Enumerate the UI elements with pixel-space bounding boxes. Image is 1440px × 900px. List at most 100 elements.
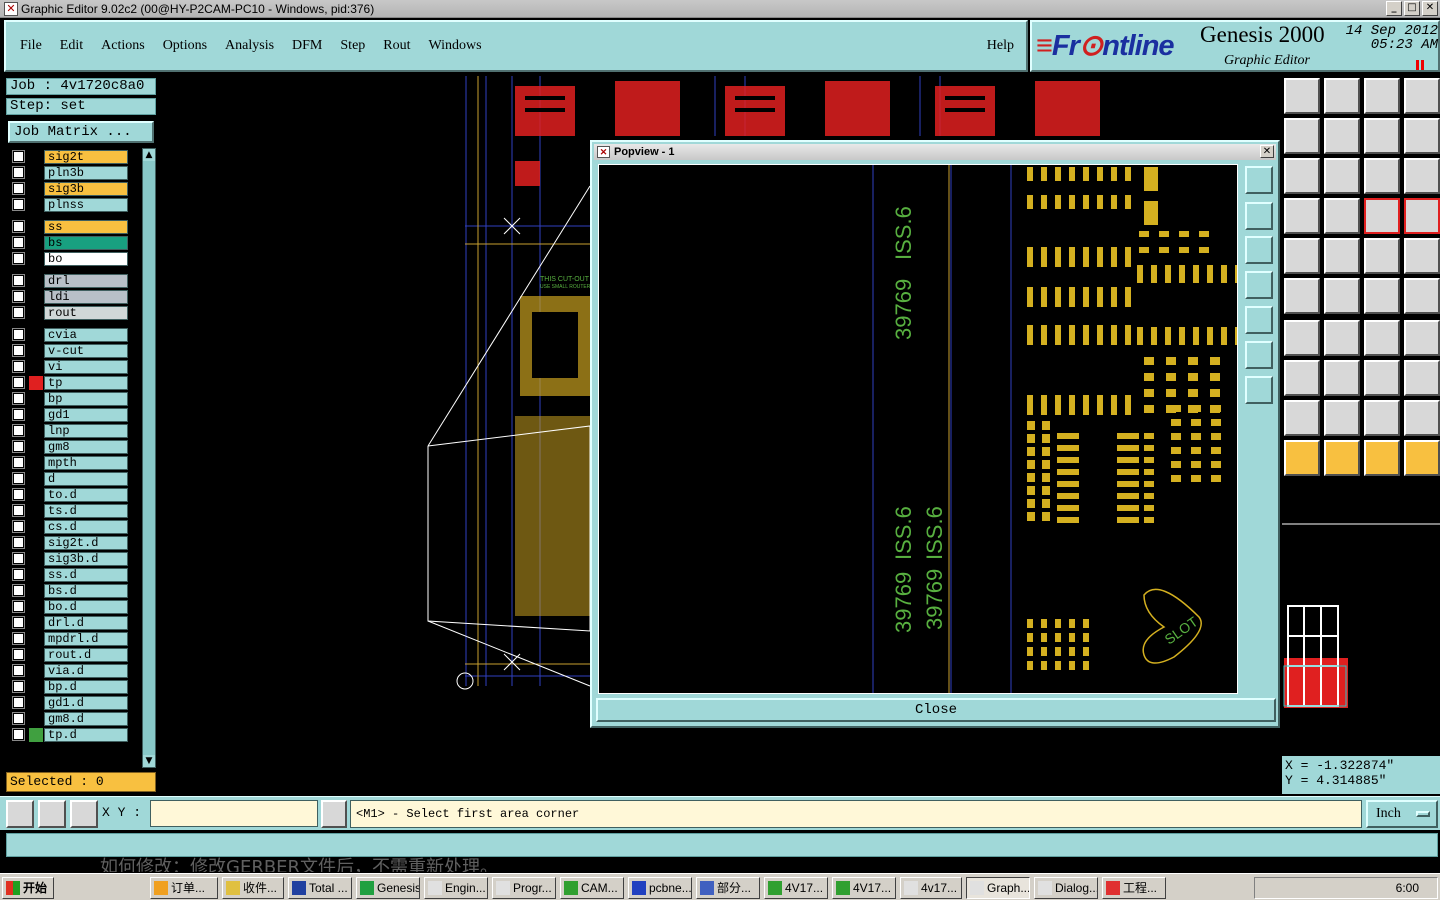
layer-row[interactable]: bo.d [6, 600, 130, 614]
scroll-down-icon[interactable]: ▼ [143, 755, 155, 767]
layer-row[interactable]: bo [6, 252, 130, 266]
layer-row[interactable]: v-cut [6, 344, 130, 358]
taskbar-item[interactable]: Graph... [966, 877, 1030, 899]
layer-checkbox[interactable] [13, 553, 24, 564]
layer-name[interactable]: ss [44, 220, 128, 234]
layer-checkbox[interactable] [13, 167, 24, 178]
taskbar-item[interactable]: 工程... [1102, 877, 1166, 899]
start-button[interactable]: 开始 [2, 877, 54, 899]
menu-rout[interactable]: Rout [383, 38, 410, 54]
menu-options[interactable]: Options [163, 38, 207, 54]
layer-checkbox[interactable] [13, 729, 24, 740]
layer-name[interactable]: via.d [44, 664, 128, 678]
layer-row[interactable]: rout [6, 306, 130, 320]
layer-name[interactable]: gm8 [44, 440, 128, 454]
taskbar-item[interactable]: Genesis [356, 877, 420, 899]
layer-row[interactable]: sig3b.d [6, 552, 130, 566]
layer-color-swatch[interactable] [29, 150, 43, 164]
layer-checkbox[interactable] [13, 537, 24, 548]
layer-name[interactable]: bp [44, 392, 128, 406]
maximize-button[interactable]: □ [1404, 1, 1420, 16]
layer-name[interactable]: ss.d [44, 568, 128, 582]
layer-row[interactable]: ss [6, 220, 130, 234]
layer-name[interactable]: gd1 [44, 408, 128, 422]
layer-row[interactable]: drl.d [6, 616, 130, 630]
taskbar-item[interactable]: 部分... [696, 877, 760, 899]
layer-color-swatch[interactable] [29, 584, 43, 598]
layer-color-swatch[interactable] [29, 680, 43, 694]
layer-row[interactable]: ss.d [6, 568, 130, 582]
layer-color-swatch[interactable] [29, 600, 43, 614]
layer-color-swatch[interactable] [29, 306, 43, 320]
layer-color-swatch[interactable] [29, 712, 43, 726]
pointer-alt-icon[interactable] [1364, 440, 1400, 476]
pan-left-icon[interactable] [1284, 118, 1320, 154]
layer-checkbox[interactable] [13, 307, 24, 318]
grid-icon[interactable] [1324, 198, 1360, 234]
layer-checkbox[interactable] [13, 409, 24, 420]
layer-name[interactable]: sig2t.d [44, 536, 128, 550]
layer-checkbox[interactable] [13, 617, 24, 628]
layer-name[interactable]: plnss [44, 198, 128, 212]
layer-checkbox[interactable] [13, 569, 24, 580]
taskbar-item[interactable]: Engin... [424, 877, 488, 899]
layer-name[interactable]: gd1.d [44, 696, 128, 710]
layer-color-swatch[interactable] [29, 552, 43, 566]
menu-step[interactable]: Step [340, 38, 365, 54]
layer-row[interactable]: gm8.d [6, 712, 130, 726]
snap-icon[interactable] [1364, 198, 1400, 234]
popview-zoom-fit-icon[interactable] [1245, 341, 1273, 369]
menu-help[interactable]: Help [987, 38, 1014, 54]
layer-row[interactable]: bp [6, 392, 130, 406]
layer-checkbox[interactable] [13, 275, 24, 286]
layer-color-swatch[interactable] [29, 376, 43, 390]
layer-row[interactable]: d [6, 472, 130, 486]
layer-name[interactable]: cs.d [44, 520, 128, 534]
layer-row[interactable]: sig2t [6, 150, 130, 164]
unit-selector[interactable]: Inch [1366, 800, 1438, 828]
layer-scrollbar[interactable]: ▲ ▼ [142, 148, 156, 768]
layer-name[interactable]: mpdrl.d [44, 632, 128, 646]
zoom-out-icon[interactable] [1324, 78, 1360, 114]
layer-checkbox[interactable] [13, 697, 24, 708]
job-matrix-button[interactable]: Job Matrix ... [8, 121, 154, 143]
layer-color-swatch[interactable] [29, 408, 43, 422]
popview-pan-down-icon[interactable] [1245, 236, 1273, 264]
taskbar-item[interactable]: Dialog... [1034, 877, 1098, 899]
layer-checkbox[interactable] [13, 665, 24, 676]
layer-color-swatch[interactable] [29, 290, 43, 304]
layer-name[interactable]: bo.d [44, 600, 128, 614]
layer-checkbox[interactable] [13, 585, 24, 596]
layer-name[interactable]: ldi [44, 290, 128, 304]
pad-icon[interactable] [1284, 238, 1320, 274]
layer-row[interactable]: to.d [6, 488, 130, 502]
polygon2-icon[interactable] [1364, 400, 1400, 436]
next-icon[interactable] [1404, 118, 1440, 154]
layer-checkbox[interactable] [13, 345, 24, 356]
scroll-up-icon[interactable]: ▲ [143, 149, 155, 161]
layer-color-swatch[interactable] [29, 536, 43, 550]
layer-color-swatch[interactable] [29, 424, 43, 438]
layer-color-swatch[interactable] [29, 392, 43, 406]
layer-checkbox[interactable] [13, 713, 24, 724]
layer-color-swatch[interactable] [29, 488, 43, 502]
cross-icon[interactable] [1324, 278, 1360, 314]
layer-name[interactable]: bs.d [44, 584, 128, 598]
layer-row[interactable]: cs.d [6, 520, 130, 534]
layer-checkbox[interactable] [13, 237, 24, 248]
taskbar-item[interactable]: Total ... [288, 877, 352, 899]
zoom-center-icon[interactable] [1324, 158, 1360, 194]
overview-map[interactable] [1282, 516, 1440, 756]
layer-name[interactable]: gm8.d [44, 712, 128, 726]
layer-row[interactable]: vi [6, 360, 130, 374]
layer-name[interactable]: pln3b [44, 166, 128, 180]
layer-row[interactable]: bs [6, 236, 130, 250]
layer-row[interactable]: pln3b [6, 166, 130, 180]
layer-color-swatch[interactable] [29, 328, 43, 342]
help-icon[interactable] [1404, 158, 1440, 194]
zoom-fit-icon[interactable] [1284, 158, 1320, 194]
popview-pan-right-icon[interactable] [1245, 306, 1273, 334]
layer-row[interactable]: gd1.d [6, 696, 130, 710]
window-title-bar[interactable]: ✕ Graphic Editor 9.02c2 (00@HY-P2CAM-PC1… [0, 0, 1440, 18]
popview-pan-left-icon[interactable] [1245, 271, 1273, 299]
